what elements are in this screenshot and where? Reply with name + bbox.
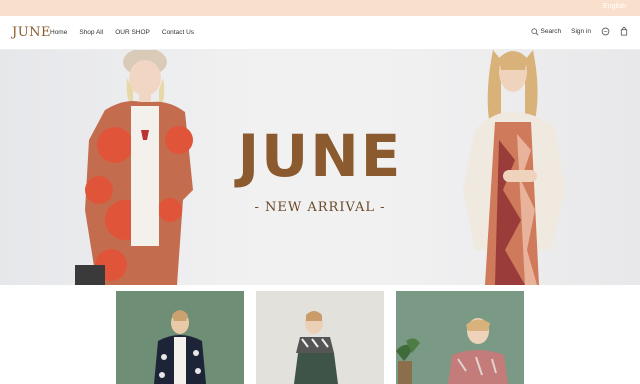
product-card[interactable]: [116, 291, 244, 384]
hero-banner[interactable]: JUNE - NEW ARRIVAL -: [0, 50, 640, 285]
site-logo[interactable]: JUNE: [12, 25, 51, 40]
search-button[interactable]: Search: [530, 27, 562, 36]
nav-shop-all[interactable]: Shop All: [79, 29, 103, 36]
site-header: JUNE Home Shop All OUR SHOP Contact Us S…: [0, 16, 640, 50]
product-image: [396, 318, 508, 384]
product-card[interactable]: [256, 291, 384, 384]
hero-title: JUNE: [237, 122, 403, 190]
signin-label: Sign in: [571, 28, 591, 35]
cart-icon[interactable]: [620, 27, 628, 36]
nav-our-shop[interactable]: OUR SHOP: [115, 29, 150, 36]
main-nav: Home Shop All OUR SHOP Contact Us: [50, 29, 194, 36]
signin-link[interactable]: Sign in: [571, 28, 591, 35]
nav-home[interactable]: Home: [50, 29, 67, 36]
product-grid: [116, 291, 524, 384]
header-actions: Search Sign in: [530, 27, 628, 36]
chat-icon[interactable]: [601, 27, 610, 36]
search-icon: [530, 27, 539, 36]
nav-contact-us[interactable]: Contact Us: [162, 29, 194, 36]
product-image: [294, 311, 338, 384]
announcement-bar: English: [0, 0, 640, 16]
language-selector[interactable]: English: [603, 3, 626, 10]
product-card[interactable]: [396, 291, 524, 384]
search-label: Search: [540, 28, 562, 35]
hero-subtitle: - NEW ARRIVAL -: [254, 200, 386, 215]
product-image: [154, 310, 206, 384]
